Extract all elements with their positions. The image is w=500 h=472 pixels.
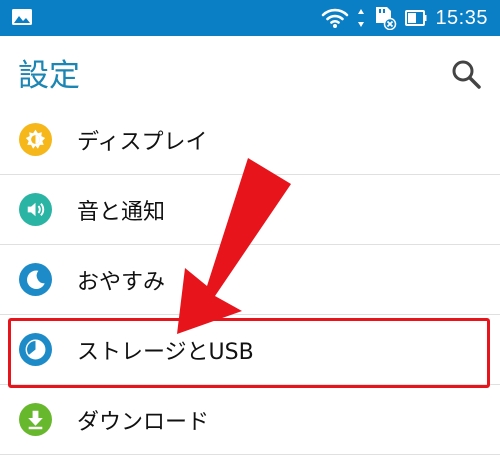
- gallery-icon: [12, 9, 32, 25]
- status-icons: 15:35: [321, 0, 488, 36]
- settings-item-label: 音と通知: [77, 199, 166, 225]
- search-icon: [452, 60, 481, 89]
- settings-list: ディスプレイ 音と通知 おやすみ ストレージとUSB ダウンロード: [0, 105, 500, 455]
- wifi-icon: [322, 8, 349, 28]
- download-icon: [19, 403, 52, 436]
- battery-icon: [405, 10, 427, 26]
- search-button[interactable]: [448, 56, 484, 92]
- settings-item-label: ダウンロード: [77, 409, 210, 435]
- app-bar: 設定: [0, 36, 500, 110]
- settings-item-download[interactable]: ダウンロード: [0, 385, 500, 455]
- moon-icon: [19, 263, 52, 296]
- settings-item-storage-usb[interactable]: ストレージとUSB: [0, 315, 500, 385]
- display-icon: [19, 123, 52, 156]
- settings-item-display[interactable]: ディスプレイ: [0, 105, 500, 175]
- settings-item-label: ストレージとUSB: [77, 339, 254, 365]
- sync-arrows-icon: [358, 9, 365, 27]
- page-title: 設定: [18, 58, 80, 94]
- settings-item-label: ディスプレイ: [77, 129, 208, 155]
- settings-item-label: おやすみ: [77, 269, 166, 295]
- sd-card-icon: [376, 7, 397, 30]
- settings-item-sound[interactable]: 音と通知: [0, 175, 500, 245]
- status-bar: 15:35: [0, 0, 500, 36]
- storage-icon: [19, 333, 52, 366]
- settings-item-do-not-disturb[interactable]: おやすみ: [0, 245, 500, 315]
- sound-icon: [19, 193, 52, 226]
- status-time: 15:35: [435, 6, 488, 29]
